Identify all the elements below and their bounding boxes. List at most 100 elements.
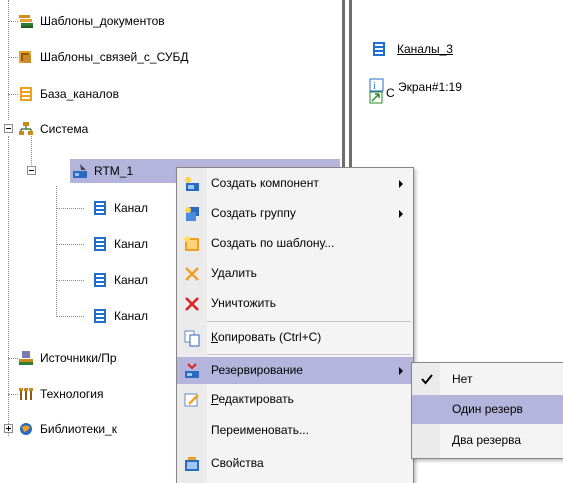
menu-item-destroy[interactable]: Уничтожить [177, 290, 413, 317]
tree-connector [8, 21, 18, 22]
tree-item-label: Канал [114, 273, 148, 287]
context-menu: Создать компонент Создать группу Создать… [176, 167, 414, 483]
menu-item-label: Создать компонент [211, 176, 319, 190]
tree-item-label: Источники/Пр [40, 351, 117, 365]
object-channels-3[interactable]: Каналы_3 [371, 38, 551, 60]
tree-item-label: Канал [114, 237, 148, 251]
tree-connector [8, 57, 18, 58]
submenu-arrow-icon [399, 180, 403, 188]
menu-item-label: Копировать (Ctrl+C) [211, 324, 321, 351]
submenu-arrow-icon [399, 210, 403, 218]
rtm-icon [73, 164, 87, 178]
menu-item-label: Нет [452, 372, 473, 386]
tree-item-label: Технология [40, 387, 104, 401]
menu-item-label-rest: едактировать [218, 392, 294, 406]
tree-connector [56, 208, 84, 209]
tree-item-technology[interactable]: Технология [18, 383, 188, 405]
tree-item-dbms-templates[interactable]: Шаблоны_связей_с_СУБД [18, 46, 318, 68]
checkmark-icon [421, 374, 433, 385]
menu-separator [207, 354, 411, 355]
tree-connector [56, 244, 84, 245]
menu-item-hotkey: К [211, 330, 218, 344]
menu-item-label: Резервирование [211, 363, 303, 377]
template-icon [184, 236, 199, 251]
menu-item-rename[interactable]: Переименовать... [177, 417, 413, 444]
menu-item-create-from-template[interactable]: Создать по шаблону... [177, 230, 413, 257]
channel-list-icon [20, 87, 32, 101]
menu-item-properties[interactable]: Свойства [177, 450, 413, 477]
channel-list-icon [94, 273, 106, 287]
tree-connector [56, 316, 84, 317]
menu-item-label-rest: опировать (Ctrl+C) [218, 330, 322, 344]
document-templates-icon [19, 15, 33, 28]
object-label: Экран#1:19 [398, 80, 462, 94]
menu-item-label: Один резерв [452, 402, 523, 416]
menu-item-delete[interactable]: Удалить [177, 260, 413, 287]
collapse-icon[interactable] [4, 124, 13, 133]
redundancy-icon [185, 363, 199, 378]
menu-item-label: Два резерва [452, 433, 522, 447]
edit-icon [184, 393, 199, 407]
redundancy-submenu: Нет Один резерв Два резерва [411, 362, 563, 459]
tree-item-document-templates[interactable]: Шаблоны_документов [18, 10, 318, 32]
tree-connector [56, 280, 84, 281]
menu-separator [207, 321, 411, 322]
object-label: Каналы_3 [397, 42, 453, 56]
channel-list-icon [94, 201, 106, 215]
menu-item-edit[interactable]: Редактировать [177, 386, 413, 413]
menu-item-label: Переименовать... [211, 423, 309, 437]
tree-connector [8, 94, 18, 95]
collapse-icon[interactable] [27, 166, 36, 175]
svg-text:i: i [373, 81, 376, 92]
object-screen[interactable]: i C Экран#1:19 [369, 76, 549, 106]
tree-item-label: База_каналов [40, 87, 119, 101]
menu-item-label: Уничтожить [211, 296, 277, 310]
menu-item-create-group[interactable]: Создать группу [177, 200, 413, 227]
tree-connector [8, 136, 9, 436]
menu-item-redundancy[interactable]: Резервирование [177, 357, 413, 384]
technology-icon [19, 388, 33, 400]
menu-item-create-component[interactable]: Создать компонент [177, 170, 413, 197]
submenu-item-one-reserve[interactable]: Один резерв [412, 395, 563, 424]
submenu-arrow-icon [399, 367, 403, 375]
tree-item-system[interactable]: Система [18, 118, 318, 140]
libraries-icon [20, 423, 32, 435]
menu-item-label: Создать группу [211, 206, 296, 220]
channel-list-icon [373, 42, 385, 56]
screen-icon: i [369, 78, 384, 104]
menu-item-label: Создать по шаблону... [211, 236, 335, 250]
tree-item-sources[interactable]: Источники/Пр [18, 347, 188, 369]
menu-item-label: Удалить [211, 266, 257, 280]
screen-badge: C [386, 86, 395, 100]
submenu-item-none[interactable]: Нет [412, 365, 563, 393]
copy-icon [184, 330, 200, 347]
tree-item-label: Система [40, 122, 89, 136]
new-component-icon [185, 177, 199, 191]
tree-item-label: Библиотеки_к [40, 422, 117, 436]
submenu-item-two-reserves[interactable]: Два резерва [412, 426, 563, 454]
tree-item-channel-base[interactable]: База_каналов [18, 83, 318, 105]
tree-item-label: Шаблоны_документов [40, 14, 165, 28]
channel-list-icon [94, 309, 106, 323]
sources-icon [19, 351, 33, 365]
properties-icon [185, 457, 199, 471]
editor-window: Шаблоны_документов Шаблоны_связей_с_СУБД… [0, 0, 563, 483]
destroy-icon [185, 297, 199, 311]
system-icon [19, 122, 33, 135]
tree-item-label: Канал [114, 309, 148, 323]
tree-item-libraries[interactable]: Библиотеки_к [18, 418, 188, 440]
new-group-icon [185, 207, 199, 221]
expand-icon[interactable] [4, 424, 13, 433]
delete-icon [185, 267, 199, 281]
channel-list-icon [94, 237, 106, 251]
tree-connector [56, 186, 57, 317]
menu-item-label: Редактировать [211, 386, 294, 413]
tree-connector [8, 394, 18, 395]
tree-item-label: RTM_1 [94, 164, 134, 178]
tree-connector [8, 358, 18, 359]
tree-connector [8, 0, 9, 120]
tree-item-label: Канал [114, 201, 148, 215]
menu-item-label: Свойства [211, 456, 264, 470]
menu-item-copy[interactable]: Копировать (Ctrl+C) [177, 324, 413, 351]
tree-item-label: Шаблоны_связей_с_СУБД [40, 50, 189, 64]
